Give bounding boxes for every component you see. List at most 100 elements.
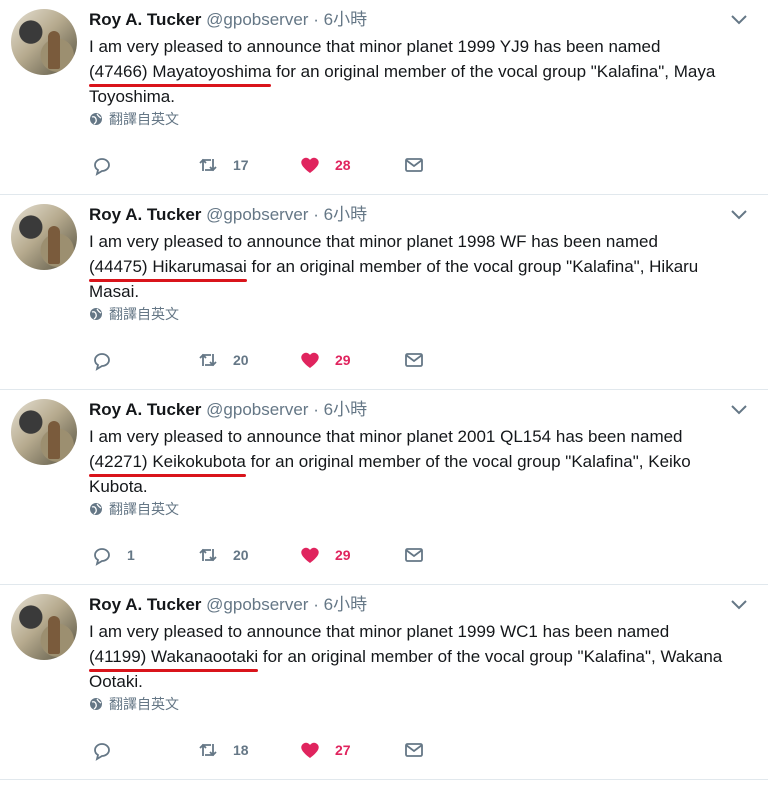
author-handle[interactable]: @gpobserver <box>206 595 308 614</box>
translate-link[interactable]: 翻譯自英文 <box>89 109 179 129</box>
translate-label[interactable]: 翻譯自英文 <box>109 304 179 324</box>
highlighted-planet-name: (42271) Keikokubota <box>89 449 246 477</box>
tweet-text: I am very pleased to announce that minor… <box>89 229 749 304</box>
tweet-text: I am very pleased to announce that minor… <box>89 619 749 694</box>
chevron-down-icon[interactable] <box>730 12 748 26</box>
retweet-count: 20 <box>233 547 249 563</box>
author-name[interactable]: Roy A. Tucker <box>89 400 201 419</box>
heart-icon <box>301 547 319 563</box>
globe-icon <box>90 503 102 515</box>
separator-dot: · <box>313 595 319 614</box>
tweet[interactable]: Roy A. Tucker @gpobserver · 6小時 I am ver… <box>0 0 768 195</box>
globe-icon <box>90 698 102 710</box>
message-button[interactable] <box>403 150 425 180</box>
timestamp[interactable]: 6小時 <box>324 400 367 419</box>
retweet-icon <box>199 548 217 562</box>
tweet-actions: 17 28 <box>89 150 469 180</box>
separator-dot: · <box>313 205 319 224</box>
tweet-text-before: I am very pleased to announce that minor… <box>89 427 683 446</box>
highlighted-planet-name: (44475) Hikarumasai <box>89 254 247 282</box>
globe-icon <box>90 308 102 320</box>
heart-icon <box>301 352 319 368</box>
retweet-icon <box>199 743 217 757</box>
tweet-actions: 20 29 <box>89 345 469 375</box>
message-button[interactable] <box>403 735 425 765</box>
retweet-icon <box>199 353 217 367</box>
message-button[interactable] <box>403 540 425 570</box>
author-name[interactable]: Roy A. Tucker <box>89 595 201 614</box>
tweet-actions: 1 20 29 <box>89 540 469 570</box>
retweet-count: 20 <box>233 352 249 368</box>
translate-label[interactable]: 翻譯自英文 <box>109 694 179 714</box>
avatar[interactable] <box>11 204 77 270</box>
like-count: 29 <box>335 352 351 368</box>
message-icon <box>405 548 423 562</box>
like-button[interactable]: 29 <box>299 345 351 375</box>
translate-link[interactable]: 翻譯自英文 <box>89 499 179 519</box>
retweet-button[interactable]: 18 <box>197 735 249 765</box>
tweet-text-before: I am very pleased to announce that minor… <box>89 37 661 56</box>
avatar[interactable] <box>11 594 77 660</box>
reply-icon <box>94 743 110 761</box>
reply-icon <box>94 158 110 176</box>
tweet-text-before: I am very pleased to announce that minor… <box>89 232 658 251</box>
heart-icon <box>301 742 319 758</box>
tweet-text-before: I am very pleased to announce that minor… <box>89 622 670 641</box>
like-count: 29 <box>335 547 351 563</box>
tweet[interactable]: Roy A. Tucker @gpobserver · 6小時 I am ver… <box>0 195 768 390</box>
reply-icon <box>94 353 110 371</box>
author-handle[interactable]: @gpobserver <box>206 205 308 224</box>
tweet-text: I am very pleased to announce that minor… <box>89 34 749 109</box>
retweet-count: 18 <box>233 742 249 758</box>
reply-count: 1 <box>127 547 135 563</box>
translate-link[interactable]: 翻譯自英文 <box>89 694 179 714</box>
retweet-count: 17 <box>233 157 249 173</box>
tweet-text: I am very pleased to announce that minor… <box>89 424 749 499</box>
reply-button[interactable] <box>91 735 139 765</box>
avatar[interactable] <box>11 9 77 75</box>
separator-dot: · <box>313 10 319 29</box>
author-name[interactable]: Roy A. Tucker <box>89 205 201 224</box>
message-button[interactable] <box>403 345 425 375</box>
reply-button[interactable] <box>91 345 139 375</box>
translate-label[interactable]: 翻譯自英文 <box>109 109 179 129</box>
tweet-header: Roy A. Tucker @gpobserver · 6小時 <box>89 594 367 616</box>
globe-icon <box>90 113 102 125</box>
retweet-button[interactable]: 17 <box>197 150 249 180</box>
retweet-button[interactable]: 20 <box>197 345 249 375</box>
like-button[interactable]: 27 <box>299 735 351 765</box>
timestamp[interactable]: 6小時 <box>324 595 367 614</box>
highlighted-planet-name: (47466) Mayatoyoshima <box>89 59 272 87</box>
message-icon <box>405 158 423 172</box>
chevron-down-icon[interactable] <box>730 402 748 416</box>
highlighted-planet-name: (41199) Wakanaootaki <box>89 644 259 672</box>
reply-button[interactable]: 1 <box>91 540 139 570</box>
chevron-down-icon[interactable] <box>730 597 748 611</box>
tweet-header: Roy A. Tucker @gpobserver · 6小時 <box>89 9 367 31</box>
translate-label[interactable]: 翻譯自英文 <box>109 499 179 519</box>
tweet-actions: 18 27 <box>89 735 469 765</box>
avatar[interactable] <box>11 399 77 465</box>
tweet[interactable]: Roy A. Tucker @gpobserver · 6小時 I am ver… <box>0 585 768 780</box>
reply-button[interactable] <box>91 150 139 180</box>
heart-icon <box>301 157 319 173</box>
translate-link[interactable]: 翻譯自英文 <box>89 304 179 324</box>
timestamp[interactable]: 6小時 <box>324 10 367 29</box>
retweet-icon <box>199 158 217 172</box>
message-icon <box>405 353 423 367</box>
author-handle[interactable]: @gpobserver <box>206 10 308 29</box>
tweet-header: Roy A. Tucker @gpobserver · 6小時 <box>89 399 367 421</box>
reply-icon <box>94 548 110 566</box>
like-count: 27 <box>335 742 351 758</box>
tweet[interactable]: Roy A. Tucker @gpobserver · 6小時 I am ver… <box>0 390 768 585</box>
timestamp[interactable]: 6小時 <box>324 205 367 224</box>
author-handle[interactable]: @gpobserver <box>206 400 308 419</box>
like-button[interactable]: 28 <box>299 150 351 180</box>
message-icon <box>405 743 423 757</box>
author-name[interactable]: Roy A. Tucker <box>89 10 201 29</box>
like-count: 28 <box>335 157 351 173</box>
like-button[interactable]: 29 <box>299 540 351 570</box>
retweet-button[interactable]: 20 <box>197 540 249 570</box>
chevron-down-icon[interactable] <box>730 207 748 221</box>
tweet-header: Roy A. Tucker @gpobserver · 6小時 <box>89 204 367 226</box>
